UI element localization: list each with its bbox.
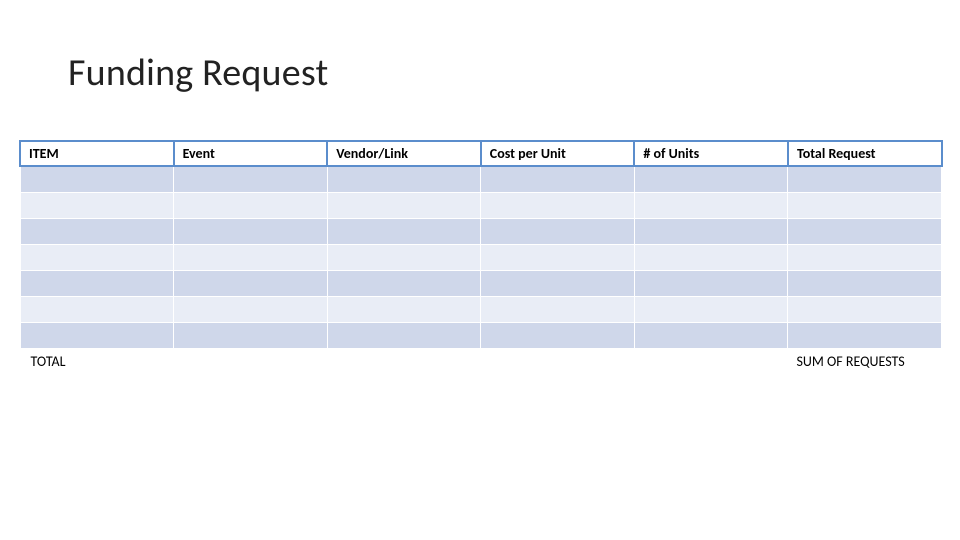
col-cost: Cost per Unit: [481, 141, 635, 166]
table-row: [20, 322, 942, 348]
page-title: Funding Request: [68, 50, 328, 96]
cell[interactable]: [174, 192, 328, 218]
cell[interactable]: [634, 244, 788, 270]
cell[interactable]: [174, 166, 328, 192]
cell[interactable]: [20, 166, 174, 192]
cell[interactable]: [20, 322, 174, 348]
footer-cell: [327, 348, 481, 374]
table-row: [20, 244, 942, 270]
col-total: Total Request: [788, 141, 942, 166]
cell[interactable]: [481, 218, 635, 244]
cell[interactable]: [788, 296, 942, 322]
footer-cell: [174, 348, 328, 374]
cell[interactable]: [327, 296, 481, 322]
cell[interactable]: [634, 192, 788, 218]
cell[interactable]: [327, 192, 481, 218]
cell[interactable]: [20, 296, 174, 322]
table-header-row: ITEM Event Vendor/Link Cost per Unit # o…: [20, 141, 942, 166]
cell[interactable]: [20, 244, 174, 270]
cell[interactable]: [634, 296, 788, 322]
footer-sum: SUM OF REQUESTS: [788, 348, 942, 374]
footer-cell: [481, 348, 635, 374]
cell[interactable]: [174, 244, 328, 270]
cell[interactable]: [20, 218, 174, 244]
cell[interactable]: [327, 244, 481, 270]
cell[interactable]: [481, 296, 635, 322]
col-event: Event: [174, 141, 328, 166]
cell[interactable]: [788, 270, 942, 296]
table-row: [20, 166, 942, 192]
cell[interactable]: [20, 270, 174, 296]
cell[interactable]: [481, 270, 635, 296]
cell[interactable]: [481, 166, 635, 192]
cell[interactable]: [788, 244, 942, 270]
cell[interactable]: [788, 192, 942, 218]
cell[interactable]: [327, 322, 481, 348]
table-row: [20, 192, 942, 218]
table-row: [20, 296, 942, 322]
footer-total-label: TOTAL: [20, 348, 174, 374]
cell[interactable]: [634, 322, 788, 348]
table-row: [20, 218, 942, 244]
cell[interactable]: [481, 192, 635, 218]
table-footer-row: TOTAL SUM OF REQUESTS: [20, 348, 942, 374]
cell[interactable]: [327, 166, 481, 192]
slide: Funding Request ITEM Event Vendor/Link C…: [0, 0, 960, 540]
col-item: ITEM: [20, 141, 174, 166]
table-row: [20, 270, 942, 296]
cell[interactable]: [634, 270, 788, 296]
cell[interactable]: [481, 322, 635, 348]
cell[interactable]: [634, 218, 788, 244]
cell[interactable]: [20, 192, 174, 218]
funding-table: ITEM Event Vendor/Link Cost per Unit # o…: [19, 140, 943, 375]
footer-cell: [634, 348, 788, 374]
cell[interactable]: [788, 218, 942, 244]
cell[interactable]: [327, 218, 481, 244]
table-body: TOTAL SUM OF REQUESTS: [20, 166, 942, 374]
cell[interactable]: [788, 322, 942, 348]
cell[interactable]: [634, 166, 788, 192]
cell[interactable]: [174, 270, 328, 296]
col-units: # of Units: [634, 141, 788, 166]
cell[interactable]: [327, 270, 481, 296]
cell[interactable]: [788, 166, 942, 192]
cell[interactable]: [174, 296, 328, 322]
col-vendor: Vendor/Link: [327, 141, 481, 166]
cell[interactable]: [174, 322, 328, 348]
cell[interactable]: [481, 244, 635, 270]
cell[interactable]: [174, 218, 328, 244]
